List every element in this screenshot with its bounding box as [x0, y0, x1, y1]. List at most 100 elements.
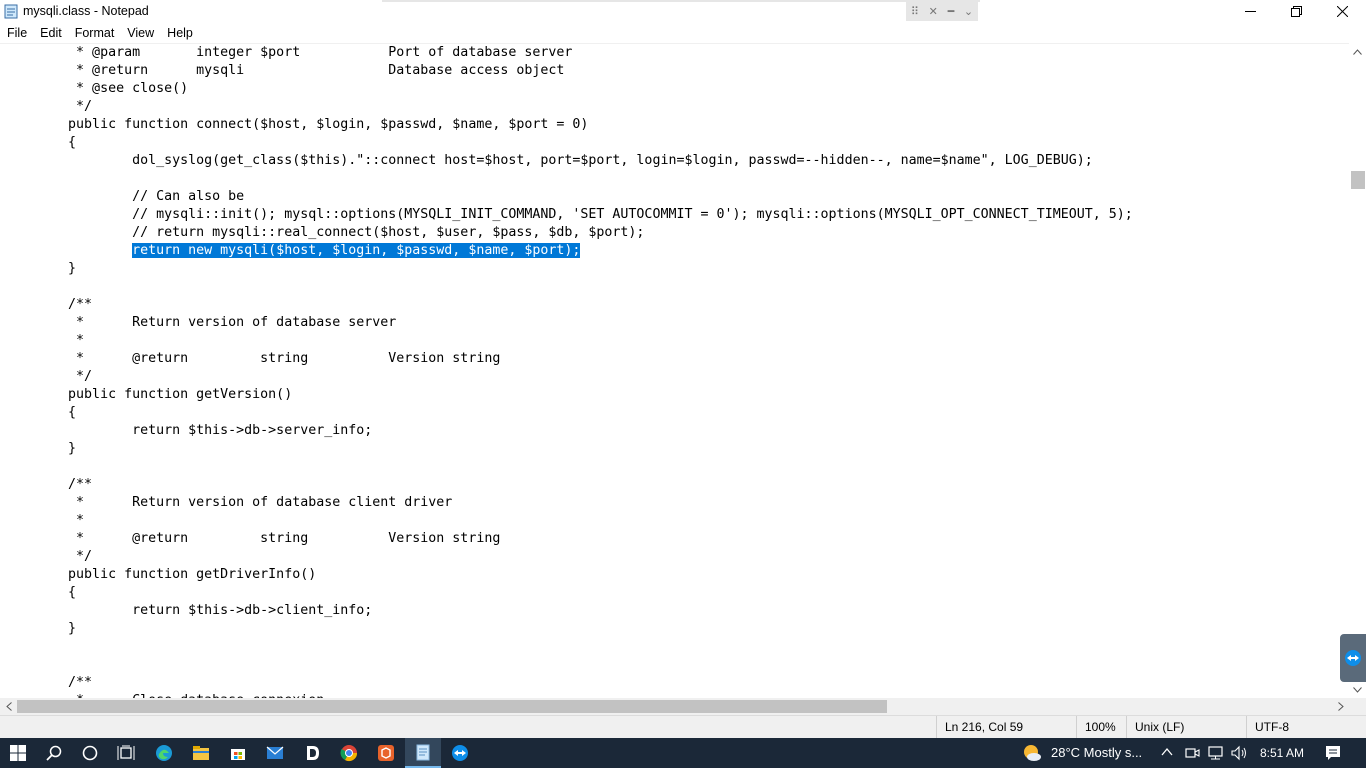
notepad-window: mysqli.class - Notepad ⠿ ✕ ━ ⌄ File Edit… — [0, 0, 1366, 738]
dolibarr-button[interactable] — [294, 738, 330, 768]
scroll-down-arrow[interactable] — [1349, 681, 1366, 698]
code-line[interactable]: * Return version of database client driv… — [4, 494, 1133, 512]
code-line[interactable]: public function getDriverInfo() — [4, 566, 1133, 584]
scroll-right-arrow[interactable] — [1332, 698, 1349, 715]
close-small-icon[interactable]: ✕ — [929, 6, 938, 17]
meet-now-icon[interactable] — [1184, 745, 1200, 761]
file-explorer-button[interactable] — [183, 738, 219, 768]
search-button[interactable] — [36, 738, 72, 768]
code-line[interactable]: return $this->db->server_info; — [4, 422, 1133, 440]
code-line[interactable]: * — [4, 332, 1133, 350]
code-line[interactable]: * @see close() — [4, 80, 1133, 98]
teamviewer-icon — [452, 745, 468, 761]
file-explorer-icon — [193, 746, 209, 760]
status-bar: Ln 216, Col 59 100% Unix (LF) UTF-8 — [0, 715, 1366, 738]
horizontal-scroll-thumb[interactable] — [17, 700, 887, 713]
code-line[interactable]: dol_syslog(get_class($this)."::connect h… — [4, 152, 1133, 170]
code-line[interactable]: */ — [4, 368, 1133, 386]
code-line[interactable] — [4, 170, 1133, 188]
app-orange-button[interactable] — [368, 738, 404, 768]
vertical-scroll-thumb[interactable] — [1351, 171, 1365, 189]
text-editor[interactable]: * @param integer $port Port of database … — [0, 43, 1349, 698]
code-text[interactable]: * @param integer $port Port of database … — [4, 44, 1133, 698]
menu-edit[interactable]: Edit — [33, 23, 68, 43]
code-line[interactable]: /** — [4, 476, 1133, 494]
menu-view[interactable]: View — [120, 23, 160, 43]
grid-icon[interactable]: ⠿ — [911, 6, 919, 17]
notepad-app-icon — [4, 4, 18, 19]
mail-icon — [266, 746, 284, 759]
code-line[interactable]: } — [4, 620, 1133, 638]
code-line[interactable]: public function getVersion() — [4, 386, 1133, 404]
chevron-left-icon — [5, 702, 12, 711]
menu-help[interactable]: Help — [160, 23, 199, 43]
code-line[interactable]: } — [4, 260, 1133, 278]
mail-button[interactable] — [257, 738, 293, 768]
code-line[interactable]: */ — [4, 548, 1133, 566]
minimize-icon — [1244, 11, 1256, 12]
teamviewer-icon — [1345, 650, 1361, 666]
code-line[interactable]: { — [4, 584, 1133, 602]
volume-icon[interactable] — [1231, 745, 1249, 761]
teamviewer-side-tab[interactable] — [1340, 634, 1366, 682]
weather-text[interactable]: 28°C Mostly s... — [1051, 738, 1142, 768]
code-line[interactable] — [4, 638, 1133, 656]
app-orange-icon — [378, 745, 394, 761]
code-line[interactable]: { — [4, 404, 1133, 422]
task-view-button[interactable] — [108, 738, 144, 768]
horizontal-scrollbar[interactable] — [0, 698, 1349, 715]
start-button[interactable] — [0, 738, 36, 768]
restore-button[interactable] — [1273, 0, 1319, 23]
code-line[interactable]: // mysqli::init(); mysql::options(MYSQLI… — [4, 206, 1133, 224]
close-button[interactable] — [1319, 0, 1365, 23]
code-line[interactable]: /** — [4, 296, 1133, 314]
cortana-icon — [82, 745, 98, 761]
close-icon — [1336, 6, 1348, 17]
code-line[interactable]: public function connect($host, $login, $… — [4, 116, 1133, 134]
code-line[interactable] — [4, 278, 1133, 296]
code-line[interactable]: return $this->db->client_info; — [4, 602, 1133, 620]
vertical-scrollbar[interactable] — [1349, 43, 1366, 698]
code-line[interactable]: * — [4, 512, 1133, 530]
code-line[interactable]: return new mysqli($host, $login, $passwd… — [4, 242, 1133, 260]
zoom-level: 100% — [1076, 716, 1126, 738]
code-line[interactable]: * @return string Version string — [4, 350, 1133, 368]
code-line[interactable]: * Return version of database server — [4, 314, 1133, 332]
scroll-up-arrow[interactable] — [1349, 43, 1366, 60]
restore-icon — [1290, 6, 1302, 17]
code-line[interactable]: // Can also be — [4, 188, 1133, 206]
chevron-up-icon[interactable] — [1161, 747, 1173, 757]
code-line[interactable] — [4, 656, 1133, 674]
task-view-icon — [117, 745, 135, 760]
edge-icon — [156, 745, 172, 761]
network-icon[interactable] — [1207, 745, 1225, 761]
snap-layout-controls[interactable]: ⠿ ✕ ━ ⌄ — [906, 1, 978, 21]
menu-format[interactable]: Format — [68, 23, 121, 43]
scroll-left-arrow[interactable] — [0, 698, 17, 715]
notepad-taskbar-button[interactable] — [405, 738, 441, 768]
menu-file[interactable]: File — [0, 23, 33, 43]
chrome-button[interactable] — [331, 738, 367, 768]
minimize-button[interactable] — [1227, 0, 1273, 23]
weather-sun-icon[interactable] — [1022, 743, 1042, 763]
teamviewer-taskbar-button[interactable] — [442, 738, 478, 768]
cortana-button[interactable] — [72, 738, 108, 768]
chevron-down-icon[interactable]: ⌄ — [964, 6, 973, 17]
minimize-small-icon[interactable]: ━ — [948, 6, 955, 17]
store-button[interactable] — [220, 738, 256, 768]
windows-start-icon — [10, 745, 26, 761]
clock-time[interactable]: 8:51 AM — [1260, 738, 1304, 768]
code-line[interactable]: * @return string Version string — [4, 530, 1133, 548]
code-line[interactable]: // return mysqli::real_connect($host, $u… — [4, 224, 1133, 242]
code-line[interactable]: } — [4, 440, 1133, 458]
code-line[interactable]: * @param integer $port Port of database … — [4, 44, 1133, 62]
title-bar[interactable]: mysqli.class - Notepad ⠿ ✕ ━ ⌄ — [0, 0, 1366, 23]
code-line[interactable] — [4, 458, 1133, 476]
notification-center-icon[interactable] — [1325, 745, 1341, 761]
code-line[interactable]: * @return mysqli Database access object — [4, 62, 1133, 80]
selected-text[interactable]: return new mysqli($host, $login, $passwd… — [132, 243, 581, 258]
code-line[interactable]: */ — [4, 98, 1133, 116]
edge-button[interactable] — [146, 738, 182, 768]
code-line[interactable]: { — [4, 134, 1133, 152]
code-line[interactable]: /** — [4, 674, 1133, 692]
